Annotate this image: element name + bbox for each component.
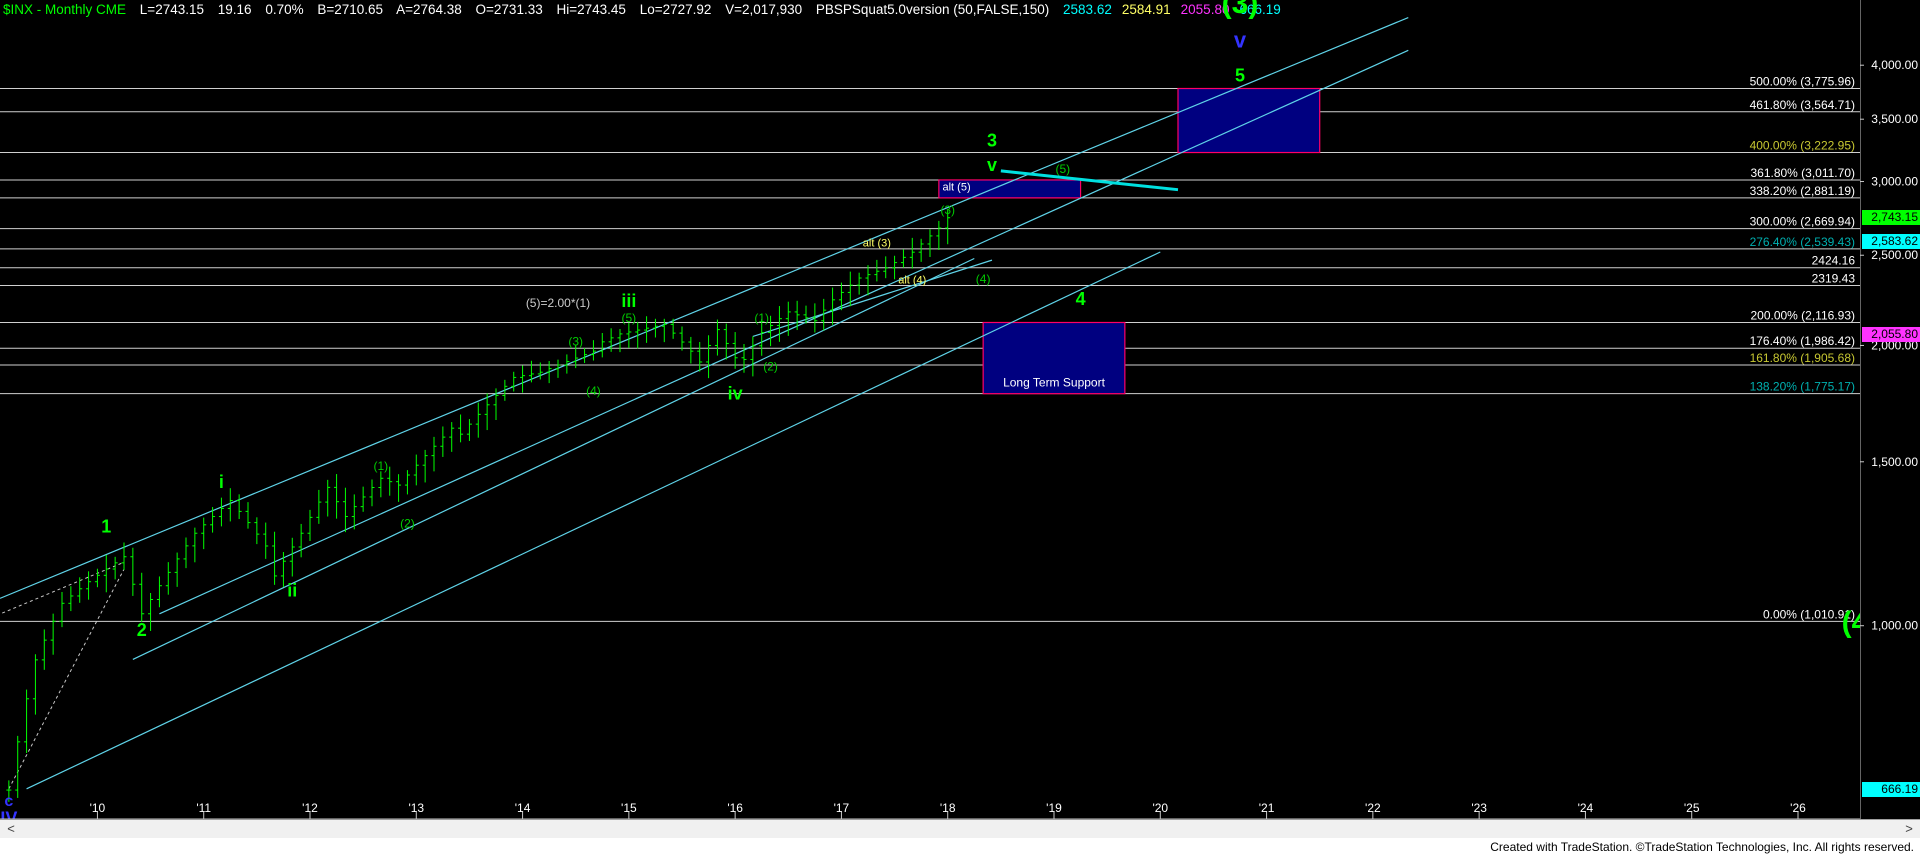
- fib-label: 138.20% (1,775.17): [1750, 380, 1855, 394]
- y-tick-label: 1,000.00: [1871, 619, 1918, 633]
- price-axis[interactable]: 4,000.00 3,500.00 3,000.00 2,500.00 2,000.00…: [1860, 0, 1920, 819]
- wave-label: IV: [0, 808, 17, 819]
- wave-label: 3: [987, 131, 997, 151]
- x-tick-label: '16: [727, 801, 743, 815]
- x-tick-label: '25: [1684, 801, 1700, 815]
- copyright-text: Created with TradeStation. ©TradeStation…: [1490, 840, 1914, 854]
- price-tag: 666.19: [1862, 782, 1920, 798]
- plot-area[interactable]: 500.00% (3,775.96) 461.80% (3,564.71) 400.…: [0, 0, 1860, 819]
- fib-label: 300.00% (2,669.94): [1750, 215, 1855, 229]
- fib-label: 461.80% (3,564.71): [1750, 98, 1855, 112]
- wave-label: (1): [374, 459, 389, 473]
- x-tick-label: '23: [1471, 801, 1487, 815]
- wave-label: (5)=2.00*(1): [526, 296, 590, 310]
- x-tick-label: '17: [834, 801, 850, 815]
- wave-label: (2): [400, 516, 415, 530]
- wave-label: (4): [1842, 606, 1860, 639]
- trend-line: [8, 568, 125, 790]
- x-tick-label: '10: [90, 801, 106, 815]
- fib-label: 500.00% (3,775.96): [1750, 75, 1855, 89]
- wave-label: ii: [287, 580, 297, 600]
- wave-label: v: [1234, 27, 1247, 52]
- channel-line: [159, 49, 1409, 615]
- fib-label: 161.80% (1,905.68): [1750, 351, 1855, 365]
- wave-label: 4: [1076, 289, 1086, 309]
- fib-label: 176.40% (1,986.42): [1750, 334, 1855, 348]
- wave-label: iii: [621, 291, 636, 311]
- price-tag: 2,583.62: [1862, 234, 1920, 250]
- fib-levels: 500.00% (3,775.96) 461.80% (3,564.71) 400.…: [0, 75, 1860, 622]
- x-tick-label: '24: [1578, 801, 1594, 815]
- wave-label: v: [987, 155, 997, 175]
- wave-label: (3): [1222, 0, 1259, 20]
- scroll-left-arrow-icon[interactable]: <: [2, 820, 20, 838]
- wave-label: (4): [976, 272, 991, 286]
- y-tick-label: 2,500.00: [1871, 248, 1918, 262]
- footer: Created with TradeStation. ©TradeStation…: [0, 838, 1920, 856]
- y-tick-label: 3,000.00: [1871, 175, 1918, 189]
- fib-label: 200.00% (2,116.93): [1750, 308, 1855, 322]
- x-tick-label: '20: [1152, 801, 1168, 815]
- y-tick-label: 4,000.00: [1871, 58, 1918, 72]
- fib-label: 400.00% (3,222.95): [1750, 139, 1855, 153]
- fib-label: 276.40% (2,539.43): [1750, 235, 1855, 249]
- fib-label: 361.80% (3,011.70): [1750, 166, 1855, 180]
- wave-label: (1): [754, 311, 769, 325]
- x-axis: '10 '11 '12 '13 '14 '15 '16 '17 '18 '19 '20 '21 '22 '…: [0, 801, 1860, 819]
- wave-label: 1: [101, 516, 111, 536]
- wave-label: alt (5): [943, 181, 971, 193]
- x-tick-label: '26: [1790, 801, 1806, 815]
- fib-label: 2424.16: [1812, 254, 1856, 268]
- price-tag: 2,055.80: [1862, 326, 1920, 342]
- wave-label: iv: [728, 383, 743, 403]
- x-tick-label: '22: [1365, 801, 1381, 815]
- price-tag: 2,743.15: [1862, 210, 1920, 226]
- wave-label: i: [219, 472, 224, 492]
- wave-label: (4): [586, 384, 601, 398]
- x-tick-label: '13: [408, 801, 424, 815]
- wave-label: alt (3): [863, 237, 891, 249]
- wave-label: (5): [622, 311, 637, 325]
- channel-line: [132, 257, 975, 660]
- chart-window: $INX - Monthly CME L=2743.15 19.16 0.70%…: [0, 0, 1920, 856]
- horizontal-scrollbar[interactable]: < >: [0, 819, 1920, 838]
- wave-label: (2): [763, 359, 778, 373]
- x-tick-label: '12: [302, 801, 318, 815]
- box-label: Long Term Support: [1003, 376, 1106, 390]
- wave-label: alt (4): [898, 275, 926, 287]
- channel-line: [0, 17, 1409, 599]
- price-bars: [6, 209, 951, 802]
- wave-label: 5: [1235, 66, 1245, 86]
- fib-label: 338.20% (2,881.19): [1750, 184, 1855, 198]
- y-tick-label: 3,500.00: [1871, 112, 1918, 126]
- scroll-right-arrow-icon[interactable]: >: [1900, 820, 1918, 838]
- target-box-wave-5: [1177, 87, 1321, 154]
- y-tick-label: 1,500.00: [1871, 455, 1918, 469]
- wave-label: 2: [137, 620, 147, 640]
- wave-label: (3): [940, 203, 955, 217]
- x-tick-label: '15: [621, 801, 637, 815]
- fib-label: 2319.43: [1812, 272, 1856, 286]
- x-tick-label: '14: [515, 801, 531, 815]
- wave-label: (3): [568, 334, 583, 348]
- x-tick-label: '11: [196, 801, 211, 815]
- wave-labels: (3) v 5 3 v (5) alt (5) (3) alt (3) alt (4) (4) 4 (4…: [0, 0, 1860, 819]
- x-tick-label: '19: [1046, 801, 1062, 815]
- channel-line: [26, 251, 1161, 790]
- x-tick-label: '21: [1259, 801, 1275, 815]
- wave-label: (5): [1056, 162, 1071, 176]
- x-tick-label: '18: [940, 801, 956, 815]
